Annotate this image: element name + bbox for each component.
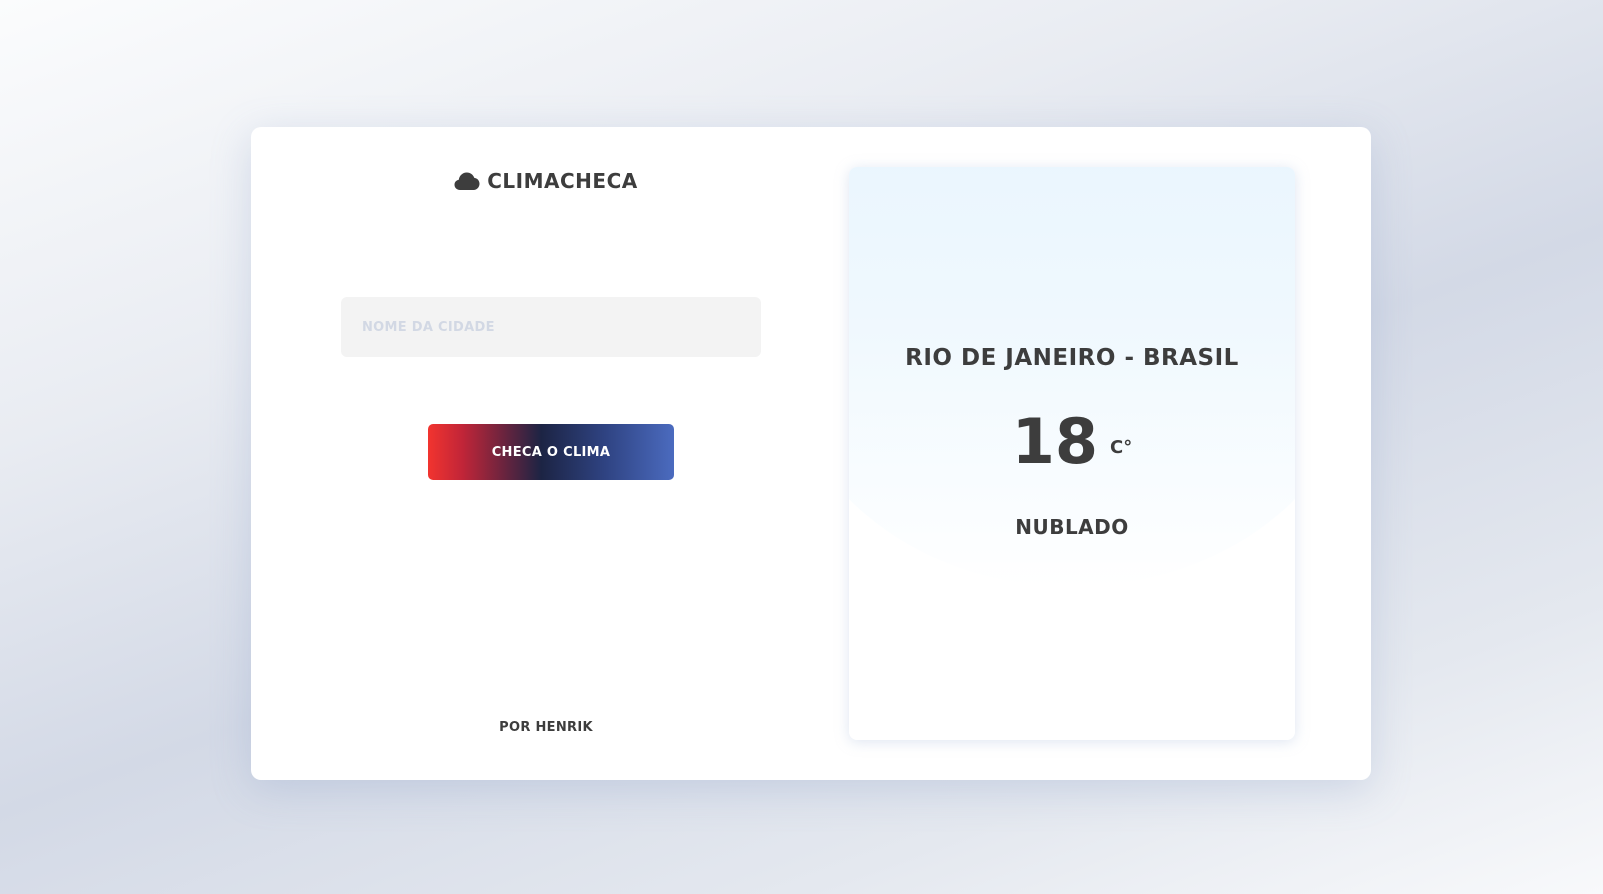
cloud-icon: [454, 172, 480, 190]
location-label: RIO DE JANEIRO - BRASIL: [905, 345, 1239, 371]
city-name-input[interactable]: [341, 297, 761, 357]
temperature-value: 18: [1011, 405, 1099, 478]
temperature-unit: C°: [1110, 437, 1133, 458]
weather-result-panel: RIO DE JANEIRO - BRASIL 18 C° NUBLADO: [849, 167, 1295, 740]
app-title: CLIMACHECA: [487, 169, 638, 193]
weather-condition: NUBLADO: [1015, 515, 1129, 539]
temperature-display: 18 C°: [849, 407, 1295, 477]
app-brand: CLIMACHECA: [251, 169, 841, 193]
main-card: CLIMACHECA CHECA O CLIMA POR HENRIK RIO …: [251, 127, 1371, 780]
author-credit: POR HENRIK: [499, 720, 593, 735]
check-weather-button[interactable]: CHECA O CLIMA: [428, 424, 674, 480]
